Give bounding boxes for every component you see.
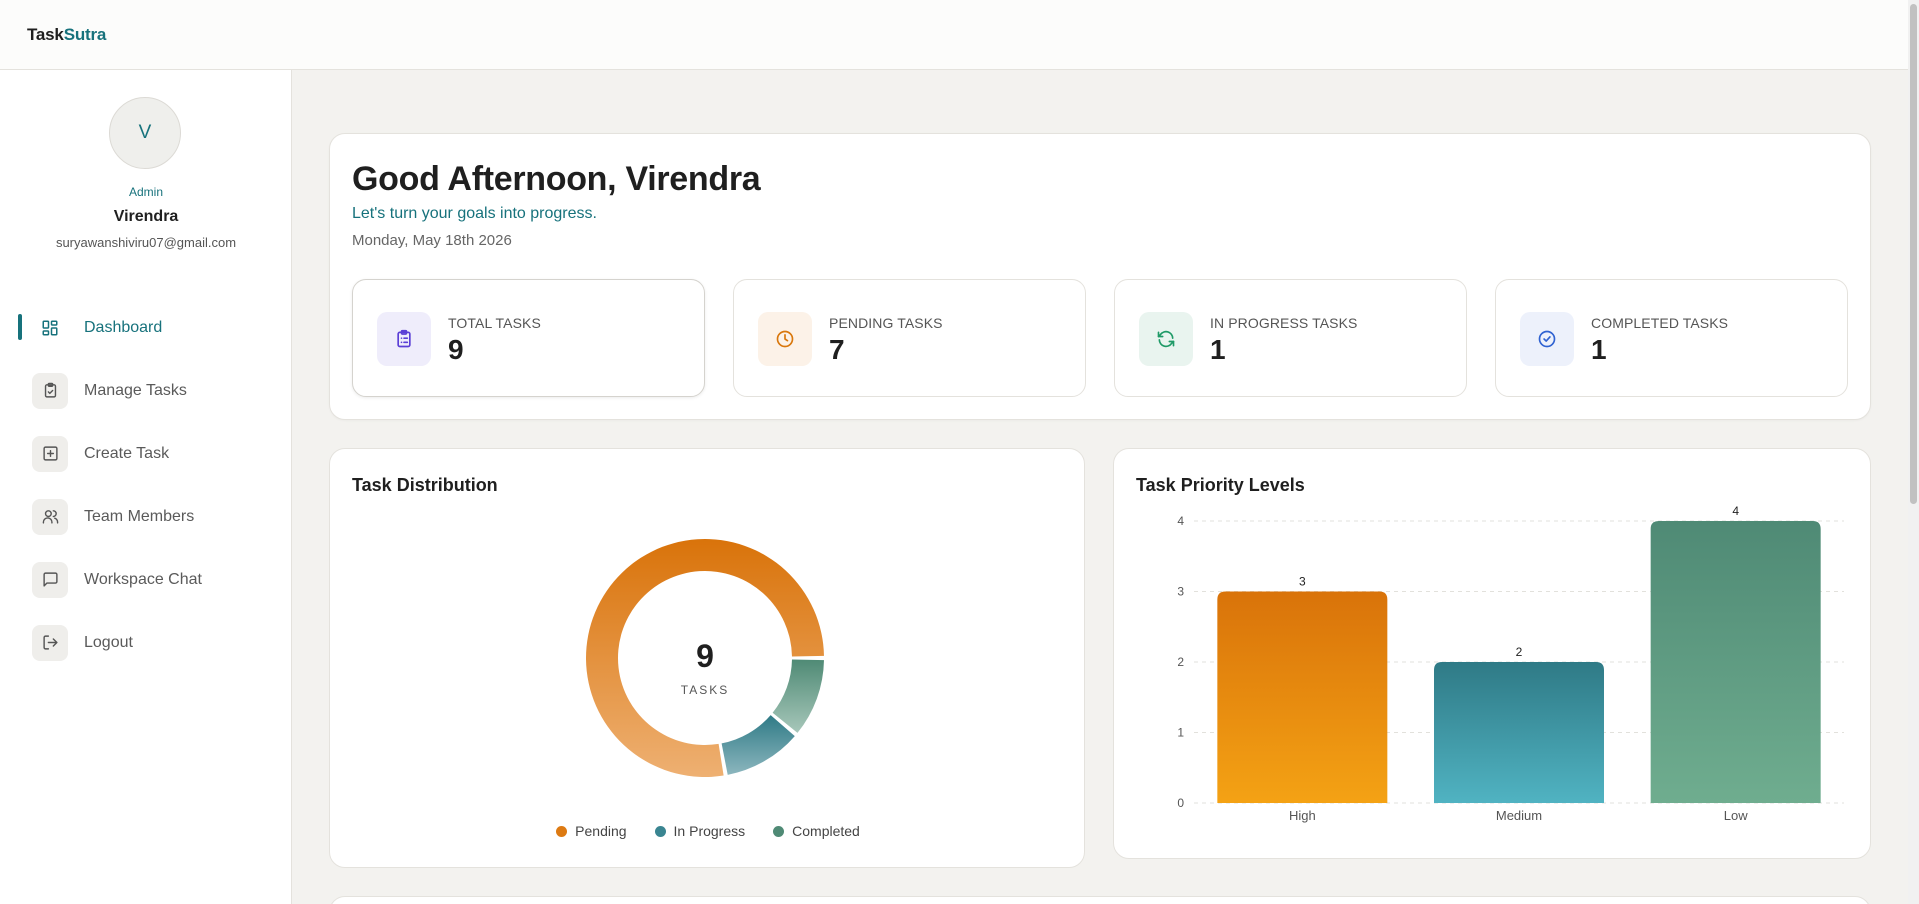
app-logo[interactable]: TaskSutra — [27, 25, 106, 45]
task-distribution-card: Task Distribution 9 TASKS Pending In Pro… — [329, 448, 1085, 868]
stat-card-completed[interactable]: COMPLETED TASKS 1 — [1495, 279, 1848, 397]
bar-low[interactable] — [1650, 521, 1821, 803]
plus-square-icon — [32, 435, 68, 472]
brand-name-part1: Task — [27, 24, 64, 44]
legend-label: Pending — [575, 823, 627, 839]
bar-value-label: 2 — [1516, 645, 1523, 659]
sidebar-item-label: Manage Tasks — [84, 381, 187, 399]
greeting-title: Good Afternoon, Virendra — [352, 160, 761, 198]
clipboard-list-icon — [377, 312, 431, 366]
sidebar-item-label: Dashboard — [84, 318, 163, 336]
next-section-card — [329, 896, 1871, 904]
donut-center-value: 9 — [696, 638, 714, 674]
y-tick-label: 2 — [1177, 655, 1184, 669]
stat-card-in-progress[interactable]: IN PROGRESS TASKS 1 — [1114, 279, 1467, 397]
donut-center-label: TASKS — [681, 683, 729, 697]
y-tick-label: 1 — [1177, 726, 1184, 740]
sidebar-item-label: Logout — [84, 633, 133, 651]
bar-high[interactable] — [1217, 591, 1388, 804]
sidebar-item-dashboard[interactable]: Dashboard — [0, 296, 292, 359]
welcome-card: Good Afternoon, Virendra Let's turn your… — [329, 133, 1871, 420]
logout-icon — [32, 624, 68, 661]
users-icon — [32, 498, 68, 535]
legend-dot — [654, 825, 666, 837]
clipboard-check-icon — [32, 372, 68, 409]
legend-label: Completed — [792, 823, 860, 839]
brand-name-part2: Sutra — [63, 24, 107, 44]
scrollbar-thumb[interactable] — [1910, 4, 1917, 504]
sidebar-nav: Dashboard Manage Tasks Create Task Team … — [0, 296, 292, 674]
user-email: suryawanshiviru07@gmail.com — [55, 235, 237, 250]
legend-item-in-progress[interactable]: In Progress — [654, 823, 746, 839]
chat-icon — [32, 561, 68, 598]
active-indicator — [18, 314, 22, 340]
donut-slice-in-progress[interactable] — [721, 715, 795, 775]
donut-chart: 9 TASKS — [586, 539, 824, 777]
donut-slice-completed[interactable] — [772, 659, 824, 733]
x-tick-label: Medium — [1496, 808, 1542, 823]
stat-label: TOTAL TASKS — [448, 315, 541, 331]
y-tick-label: 3 — [1177, 585, 1184, 599]
stat-label: COMPLETED TASKS — [1591, 315, 1729, 331]
stat-value: 7 — [829, 334, 845, 365]
sidebar-item-logout[interactable]: Logout — [0, 611, 292, 674]
bar-medium[interactable] — [1434, 662, 1604, 803]
avatar: V — [109, 97, 181, 169]
page-scrollbar[interactable] — [1908, 0, 1919, 904]
bar-chart: 0 1 2 3 4 3 High 2 Medium 4 Low — [1177, 504, 1844, 823]
y-tick-label: 0 — [1177, 796, 1184, 810]
stat-value: 1 — [1591, 334, 1607, 365]
top-bar: TaskSutra — [0, 0, 1908, 70]
sidebar-item-label: Team Members — [84, 507, 195, 525]
stat-card-pending[interactable]: PENDING TASKS 7 — [733, 279, 1086, 397]
sidebar-item-label: Create Task — [84, 444, 170, 462]
task-priority-card: Task Priority Levels 01234 3 High 2 Medium 4… — [1113, 448, 1871, 859]
legend-item-pending[interactable]: Pending — [556, 823, 627, 839]
y-tick-label: 4 — [1177, 514, 1184, 528]
sidebar-item-team-members[interactable]: Team Members — [0, 485, 292, 548]
stat-value: 9 — [448, 334, 464, 365]
sidebar-item-workspace-chat[interactable]: Workspace Chat — [0, 548, 292, 611]
greeting-subtitle: Let's turn your goals into progress. — [352, 205, 597, 222]
refresh-icon — [1139, 312, 1193, 366]
legend-label: In Progress — [673, 823, 746, 839]
sidebar-item-create-task[interactable]: Create Task — [0, 422, 292, 485]
stat-card-total[interactable]: TOTAL TASKS 9 — [352, 279, 705, 397]
legend-item-completed[interactable]: Completed — [773, 823, 860, 839]
donut-legend: Pending In Progress Completed — [330, 823, 1086, 839]
current-date: Monday, May 18th 2026 — [352, 232, 512, 249]
legend-dot — [773, 825, 785, 837]
clock-icon — [758, 312, 812, 366]
user-name: Virendra — [113, 208, 179, 225]
stat-label: IN PROGRESS TASKS — [1210, 315, 1358, 331]
bar-value-label: 4 — [1732, 504, 1739, 518]
sidebar-item-label: Workspace Chat — [84, 570, 202, 588]
sidebar-item-manage-tasks[interactable]: Manage Tasks — [0, 359, 292, 422]
check-circle-icon — [1520, 312, 1574, 366]
x-tick-label: Low — [1724, 808, 1748, 823]
stat-label: PENDING TASKS — [829, 315, 943, 331]
dashboard-icon — [32, 310, 68, 346]
stat-value: 1 — [1210, 334, 1226, 365]
bar-value-label: 3 — [1299, 575, 1306, 589]
user-role: Admin — [128, 185, 163, 199]
sidebar: V Admin Virendra suryawanshiviru07@gmail… — [0, 70, 292, 904]
x-tick-label: High — [1289, 808, 1316, 823]
legend-dot — [556, 825, 568, 837]
